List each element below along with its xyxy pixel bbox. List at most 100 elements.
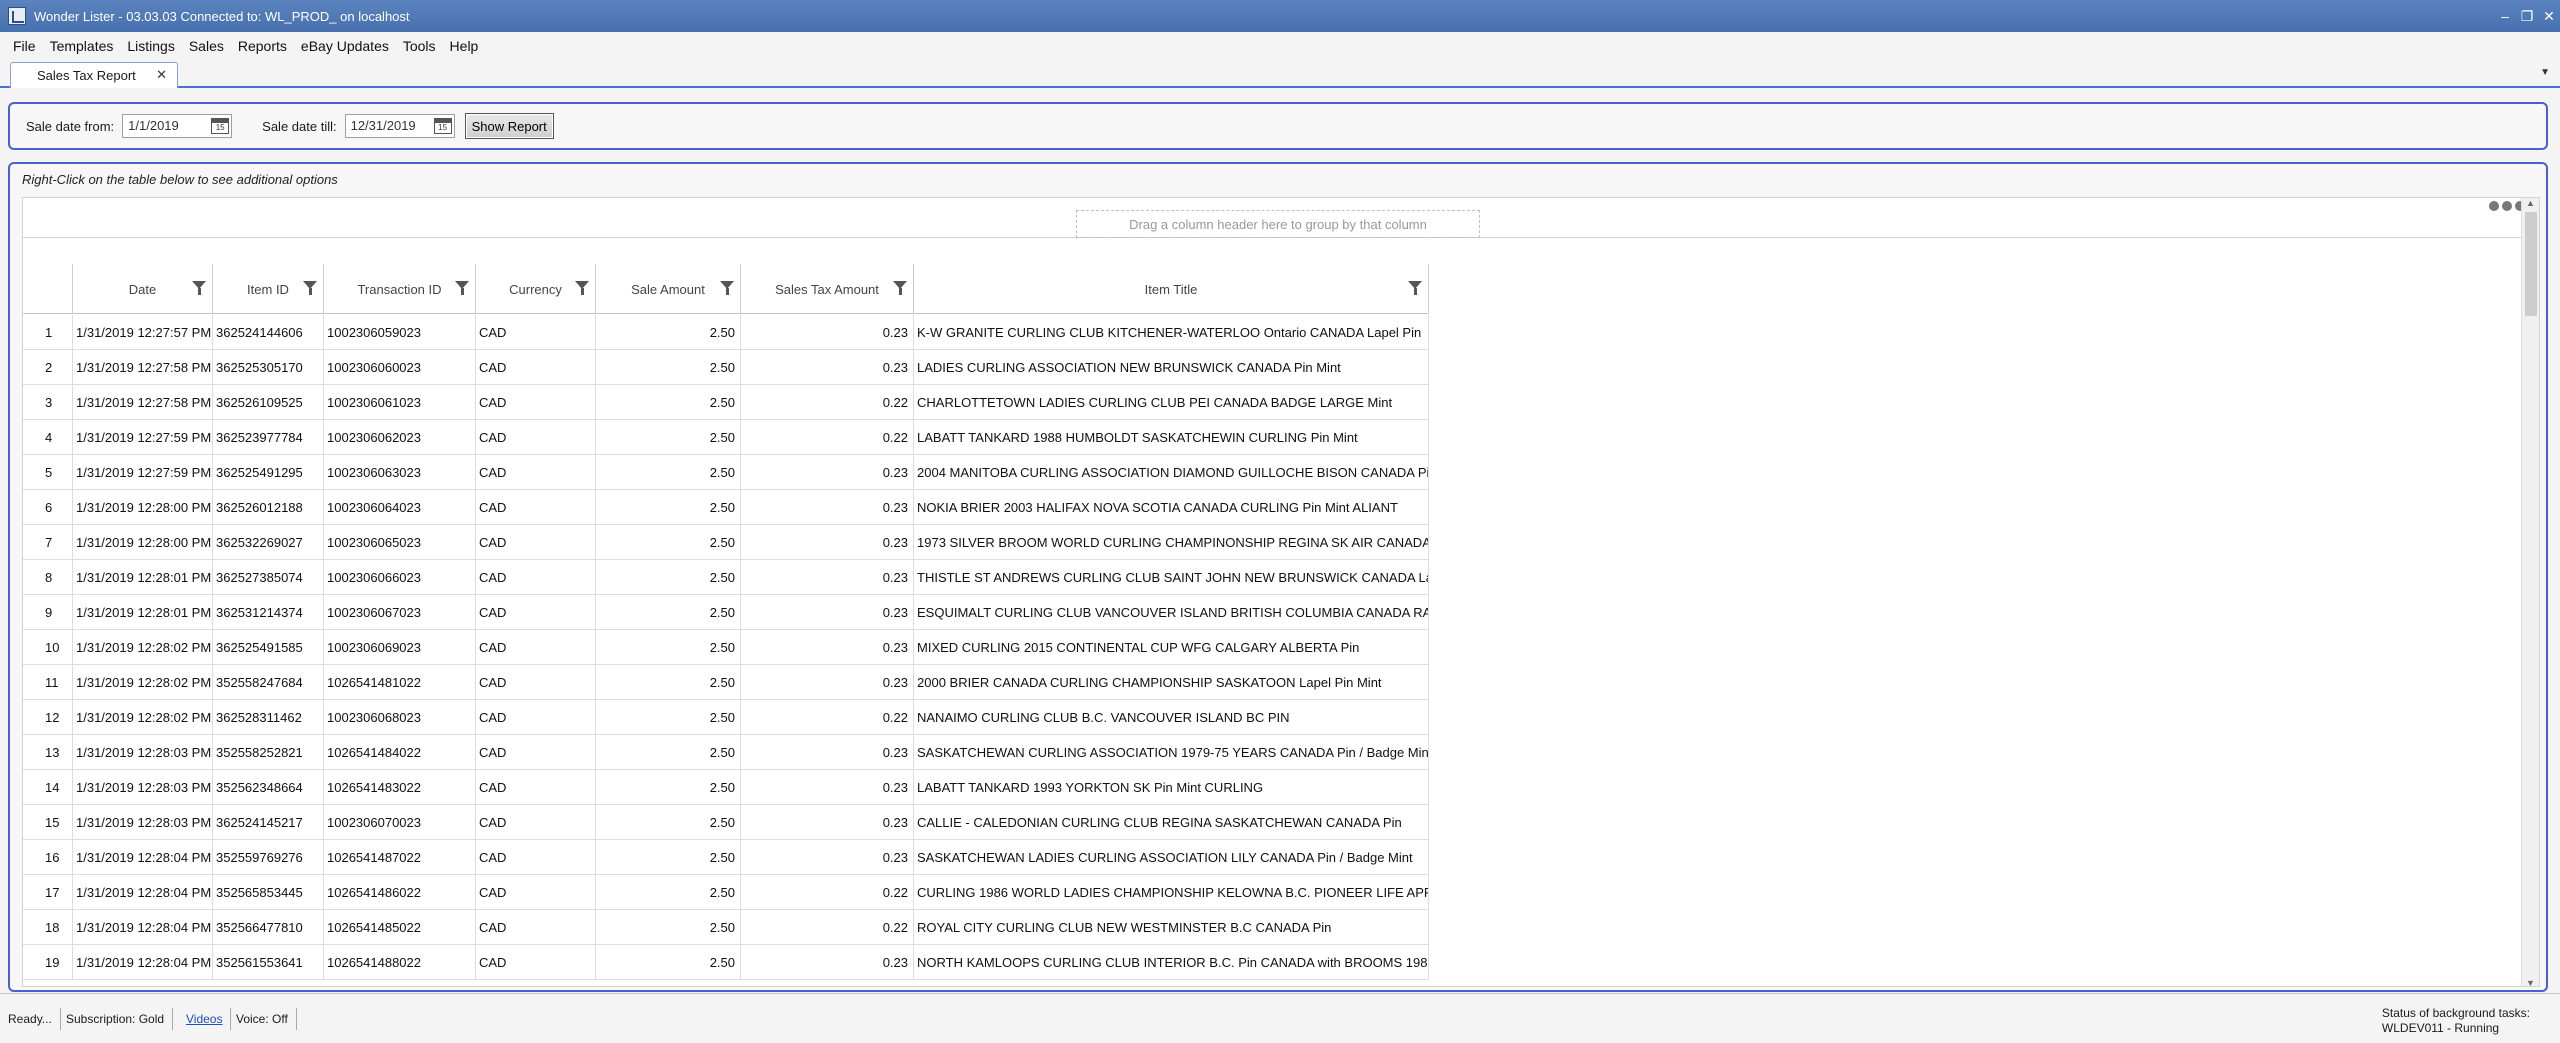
currency-cell[interactable]: CAD [476,910,596,945]
scroll-up-icon[interactable]: ▲ [2526,198,2535,208]
transaction-id-cell[interactable]: 1002306061023 [324,385,476,420]
date-cell[interactable]: 1/31/2019 12:27:57 PM [73,315,213,350]
table-row[interactable]: 14 1/31/2019 12:28:03 PM 352562348664 10265… [23,770,1429,805]
transaction-id-cell[interactable]: 1026541484022 [324,735,476,770]
table-row[interactable]: 15 1/31/2019 12:28:03 PM 362524145217 10023… [23,805,1429,840]
row-number[interactable]: 9 [23,595,73,630]
transaction-id-cell[interactable]: 1026541485022 [324,910,476,945]
item-id-cell[interactable]: 362528311462 [213,700,324,735]
menu-file[interactable]: File [6,38,43,54]
item-id-cell[interactable]: 362526109525 [213,385,324,420]
sales-tax-amount-cell[interactable]: 0.23 [741,315,914,350]
sales-tax-amount-cell[interactable]: 0.22 [741,910,914,945]
transaction-id-cell[interactable]: 1026541486022 [324,875,476,910]
sale-amount-cell[interactable]: 2.50 [596,350,741,385]
header-sale-amount[interactable]: Sale Amount [596,264,741,314]
filter-icon[interactable] [192,281,206,295]
table-row[interactable]: 9 1/31/2019 12:28:01 PM 362531214374 100230… [23,595,1429,630]
item-id-cell[interactable]: 362524145217 [213,805,324,840]
transaction-id-cell[interactable]: 1002306070023 [324,805,476,840]
item-id-cell[interactable]: 362525491585 [213,630,324,665]
transaction-id-cell[interactable]: 1026541483022 [324,770,476,805]
item-id-cell[interactable]: 352562348664 [213,770,324,805]
menu-templates[interactable]: Templates [43,38,121,54]
item-id-cell[interactable]: 352566477810 [213,910,324,945]
transaction-id-cell[interactable]: 1002306065023 [324,525,476,560]
item-title-cell[interactable]: 1973 SILVER BROOM WORLD CURLING CHAMPINO… [914,525,1429,560]
transaction-id-cell[interactable]: 1002306068023 [324,700,476,735]
sale-amount-cell[interactable]: 2.50 [596,945,741,980]
sales-tax-amount-cell[interactable]: 0.23 [741,350,914,385]
sales-tax-amount-cell[interactable]: 0.23 [741,770,914,805]
transaction-id-cell[interactable]: 1002306060023 [324,350,476,385]
sales-tax-amount-cell[interactable]: 0.23 [741,455,914,490]
item-title-cell[interactable]: SASKATCHEWAN LADIES CURLING ASSOCIATION … [914,840,1429,875]
sales-tax-amount-cell[interactable]: 0.22 [741,385,914,420]
row-number[interactable]: 15 [23,805,73,840]
sale-date-till-picker[interactable]: 12/31/2019 15 [344,114,455,138]
date-cell[interactable]: 1/31/2019 12:28:04 PM [73,910,213,945]
transaction-id-cell[interactable]: 1002306059023 [324,315,476,350]
item-id-cell[interactable]: 362527385074 [213,560,324,595]
item-title-cell[interactable]: LABATT TANKARD 1993 YORKTON SK Pin Mint … [914,770,1429,805]
item-title-cell[interactable]: SASKATCHEWAN CURLING ASSOCIATION 1979-75… [914,735,1429,770]
menu-reports[interactable]: Reports [231,38,294,54]
row-number[interactable]: 6 [23,490,73,525]
tab-close-icon[interactable]: ✕ [156,67,167,83]
item-id-cell[interactable]: 362523977784 [213,420,324,455]
item-title-cell[interactable]: MIXED CURLING 2015 CONTINENTAL CUP WFG C… [914,630,1429,665]
item-id-cell[interactable]: 362525491295 [213,455,324,490]
item-id-cell[interactable]: 362531214374 [213,595,324,630]
vertical-scrollbar[interactable]: ▲ ▼ [2521,198,2539,986]
currency-cell[interactable]: CAD [476,595,596,630]
row-number[interactable]: 12 [23,700,73,735]
table-row[interactable]: 6 1/31/2019 12:28:00 PM 362526012188 100230… [23,490,1429,525]
date-cell[interactable]: 1/31/2019 12:27:59 PM [73,420,213,455]
date-cell[interactable]: 1/31/2019 12:28:02 PM [73,700,213,735]
calendar-icon[interactable]: 15 [211,118,230,134]
filter-icon[interactable] [1408,281,1422,295]
item-id-cell[interactable]: 362524144606 [213,315,324,350]
table-row[interactable]: 8 1/31/2019 12:28:01 PM 362527385074 100230… [23,560,1429,595]
currency-cell[interactable]: CAD [476,735,596,770]
scroll-down-icon[interactable]: ▼ [2526,978,2535,986]
sale-amount-cell[interactable]: 2.50 [596,770,741,805]
sale-amount-cell[interactable]: 2.50 [596,875,741,910]
table-row[interactable]: 11 1/31/2019 12:28:02 PM 352558247684 10265… [23,665,1429,700]
sales-tax-amount-cell[interactable]: 0.23 [741,735,914,770]
date-cell[interactable]: 1/31/2019 12:28:00 PM [73,525,213,560]
date-cell[interactable]: 1/31/2019 12:28:00 PM [73,490,213,525]
currency-cell[interactable]: CAD [476,875,596,910]
transaction-id-cell[interactable]: 1002306062023 [324,420,476,455]
item-id-cell[interactable]: 352558252821 [213,735,324,770]
sales-tax-amount-cell[interactable]: 0.22 [741,700,914,735]
table-row[interactable]: 12 1/31/2019 12:28:02 PM 362528311462 10023… [23,700,1429,735]
table-row[interactable]: 4 1/31/2019 12:27:59 PM 362523977784 100230… [23,420,1429,455]
item-title-cell[interactable]: 2004 MANITOBA CURLING ASSOCIATION DIAMON… [914,455,1429,490]
show-report-button[interactable]: Show Report [464,113,554,139]
sale-amount-cell[interactable]: 2.50 [596,525,741,560]
item-title-cell[interactable]: ROYAL CITY CURLING CLUB NEW WESTMINSTER … [914,910,1429,945]
sales-tax-amount-cell[interactable]: 0.22 [741,875,914,910]
date-cell[interactable]: 1/31/2019 12:27:59 PM [73,455,213,490]
currency-cell[interactable]: CAD [476,700,596,735]
menu-listings[interactable]: Listings [120,38,181,54]
row-number[interactable]: 11 [23,665,73,700]
item-title-cell[interactable]: CHARLOTTETOWN LADIES CURLING CLUB PEI CA… [914,385,1429,420]
sales-tax-amount-cell[interactable]: 0.22 [741,420,914,455]
transaction-id-cell[interactable]: 1002306069023 [324,630,476,665]
menu-ebay-updates[interactable]: eBay Updates [294,38,396,54]
table-row[interactable]: 19 1/31/2019 12:28:04 PM 352561553641 10265… [23,945,1429,980]
sales-tax-amount-cell[interactable]: 0.23 [741,525,914,560]
filter-icon[interactable] [893,281,907,295]
table-row[interactable]: 7 1/31/2019 12:28:00 PM 362532269027 100230… [23,525,1429,560]
menu-tools[interactable]: Tools [396,38,443,54]
date-cell[interactable]: 1/31/2019 12:28:04 PM [73,945,213,980]
currency-cell[interactable]: CAD [476,665,596,700]
date-cell[interactable]: 1/31/2019 12:27:58 PM [73,350,213,385]
table-row[interactable]: 2 1/31/2019 12:27:58 PM 362525305170 100230… [23,350,1429,385]
table-row[interactable]: 3 1/31/2019 12:27:58 PM 362526109525 100230… [23,385,1429,420]
date-cell[interactable]: 1/31/2019 12:27:58 PM [73,385,213,420]
sale-amount-cell[interactable]: 2.50 [596,315,741,350]
sales-tax-amount-cell[interactable]: 0.23 [741,630,914,665]
